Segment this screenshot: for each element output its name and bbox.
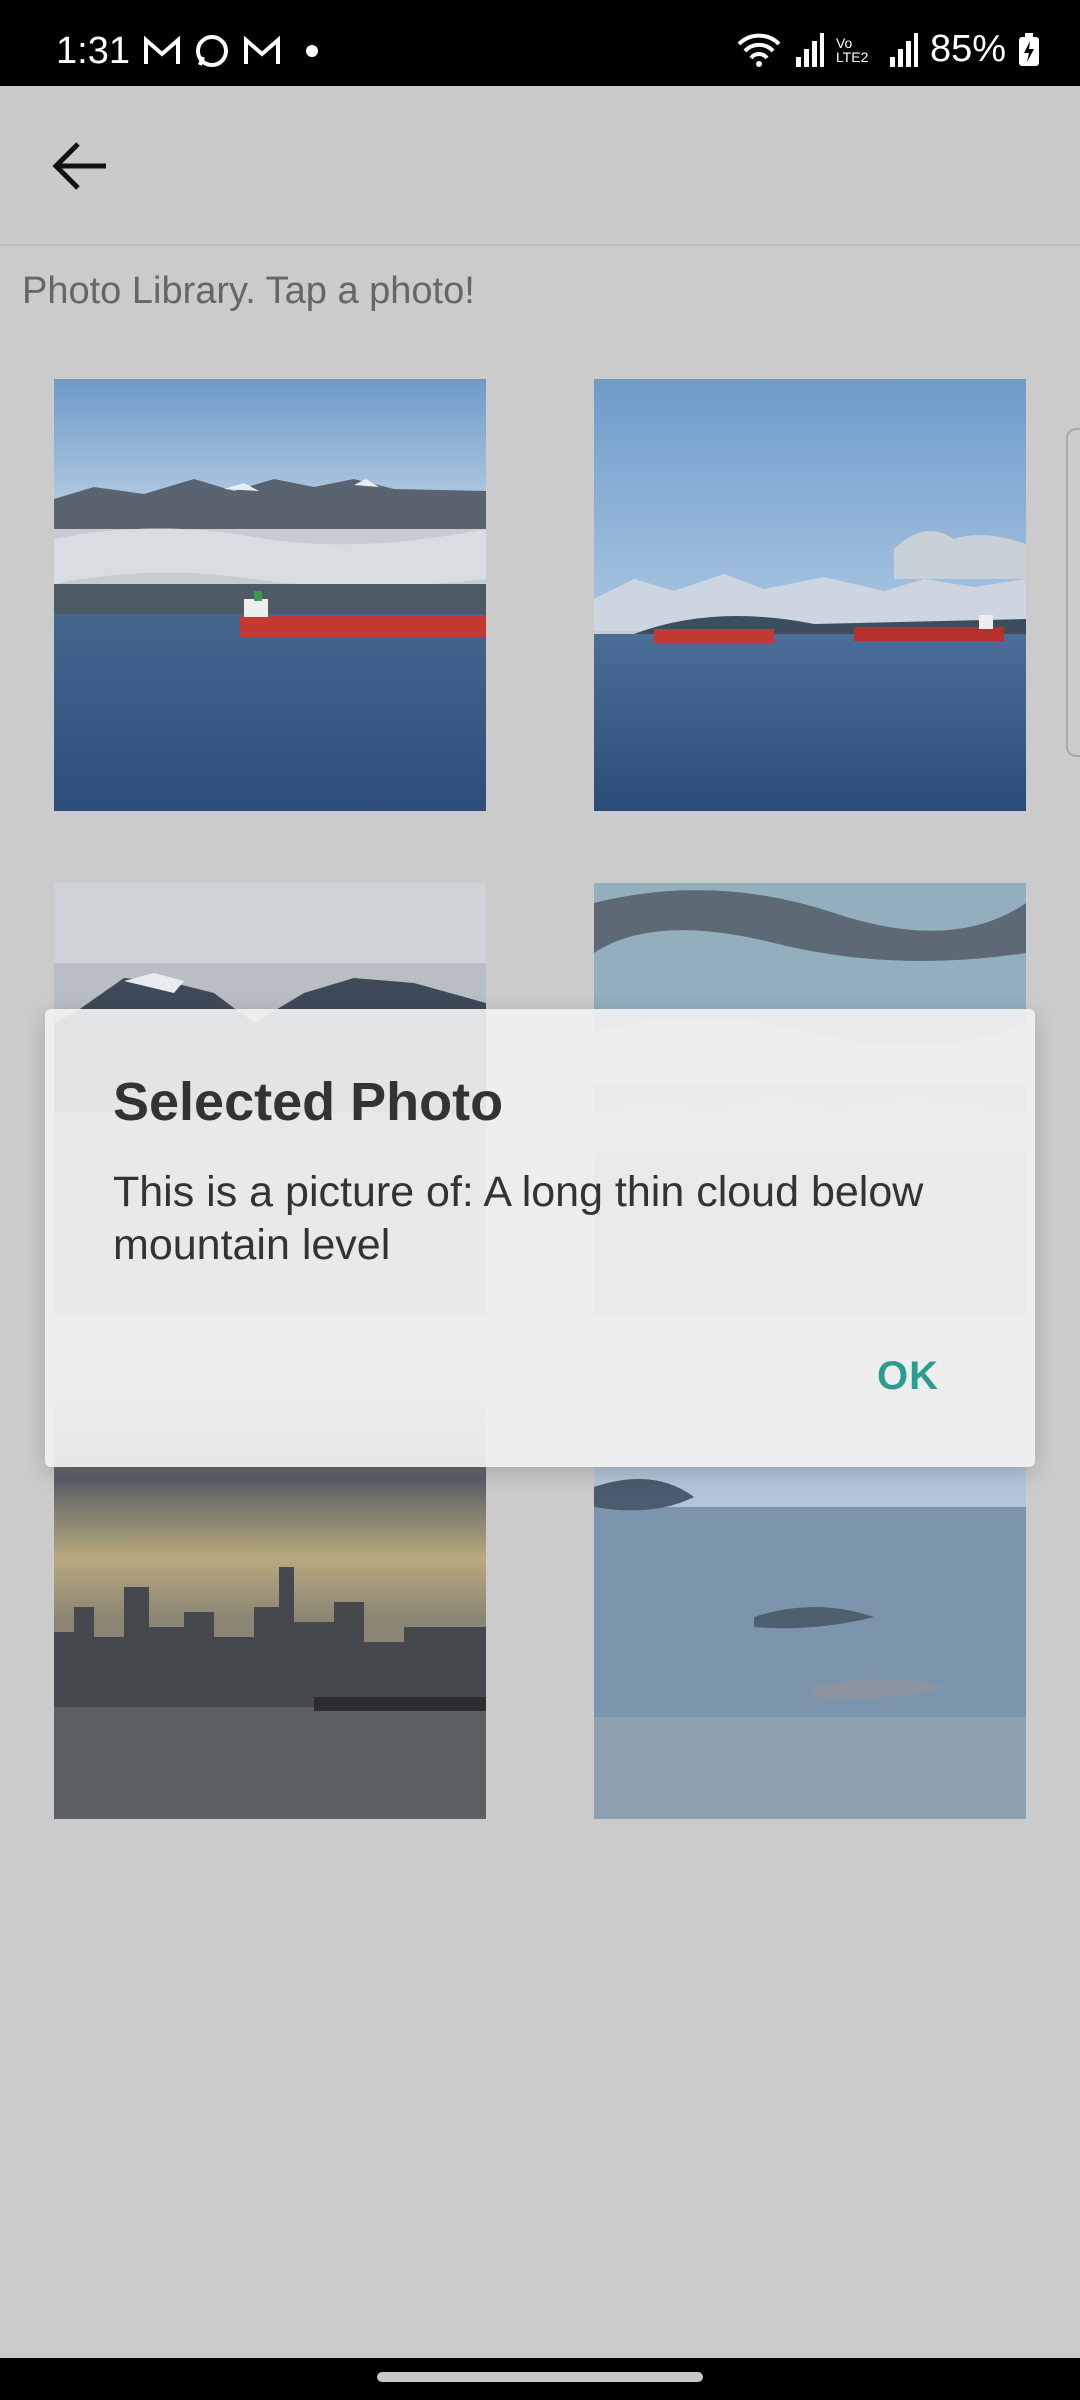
wifi-icon <box>737 33 781 67</box>
whatsapp-icon <box>196 35 228 67</box>
dialog-message: This is a picture of: A long thin cloud … <box>113 1168 924 1269</box>
notification-icons <box>142 34 318 68</box>
status-time: 1:31 <box>56 30 130 72</box>
volte-label: Vo LTE2 <box>835 34 869 65</box>
system-icons: Vo LTE2 85% <box>736 28 1040 71</box>
home-handle[interactable] <box>377 2372 703 2382</box>
battery-percent: 85% <box>929 28 1006 70</box>
page-subtitle: Photo Library. Tap a photo! <box>22 270 475 312</box>
gmail-icon <box>244 35 280 64</box>
battery-charging-icon <box>1019 32 1039 66</box>
arrow-left-icon[interactable] <box>44 130 116 202</box>
signal-icon <box>795 32 824 67</box>
gmail-icon <box>144 35 180 64</box>
status-bar: 1:31 Vo LTE2 85% <box>0 0 1080 86</box>
dialog-title: Selected Photo <box>113 1072 504 1132</box>
navigation-bar <box>0 2358 1080 2400</box>
app-bar <box>0 86 1080 246</box>
scroll-indicator[interactable] <box>1066 428 1080 757</box>
photo-thumbnail[interactable] <box>54 379 486 811</box>
signal-icon <box>889 32 918 67</box>
selected-photo-dialog: Selected Photo This is a picture of: A l… <box>45 1009 1035 1467</box>
more-notifications-dot <box>306 45 318 57</box>
photo-thumbnail[interactable] <box>594 379 1026 811</box>
ok-button[interactable]: OK <box>877 1354 939 1399</box>
